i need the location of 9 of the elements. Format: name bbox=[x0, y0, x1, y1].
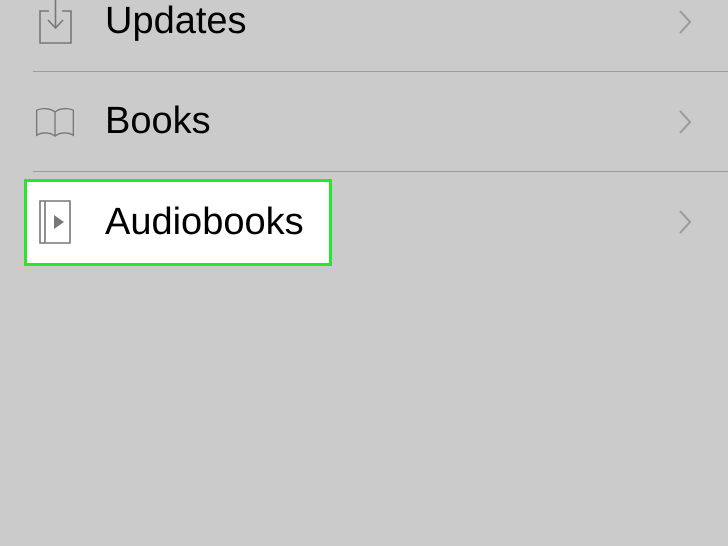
chevron-icon bbox=[678, 8, 692, 34]
list-item[interactable]: Books bbox=[33, 72, 728, 172]
item-label: Updates bbox=[105, 0, 247, 43]
list-item[interactable]: Audiobooks bbox=[33, 172, 728, 272]
item-label: Audiobooks bbox=[105, 200, 304, 244]
chevron-icon bbox=[678, 108, 692, 134]
list-item[interactable]: Updates bbox=[33, 0, 728, 72]
item-label: Books bbox=[105, 100, 211, 143]
chevron-icon bbox=[678, 209, 692, 235]
